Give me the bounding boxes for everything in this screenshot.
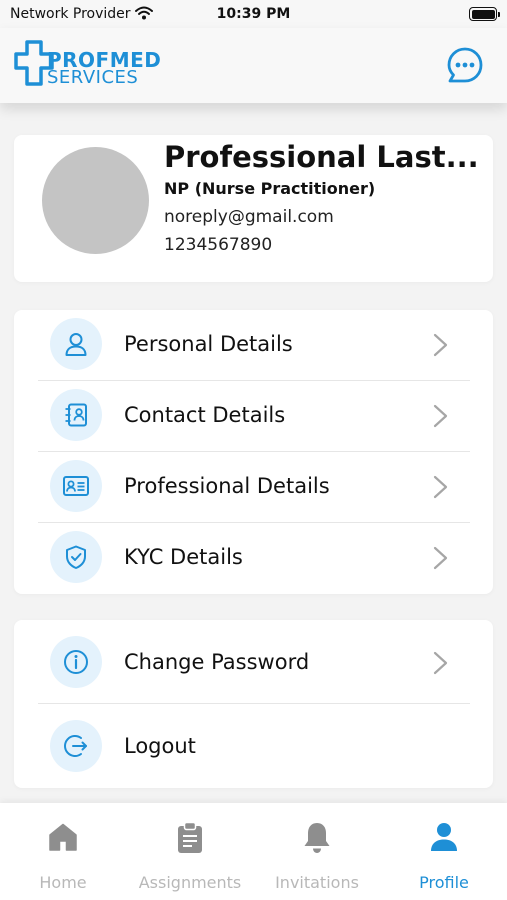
clipboard-icon	[178, 821, 202, 853]
tab-label: Invitations	[275, 873, 359, 892]
info-icon	[64, 650, 88, 674]
logout-icon	[64, 735, 87, 757]
tab-home[interactable]: Home	[0, 803, 126, 900]
tab-label: Assignments	[138, 873, 242, 892]
clock: 10:39 PM	[216, 6, 291, 22]
chevron-right-icon	[433, 404, 448, 428]
profile-phone: 1234567890	[164, 235, 273, 255]
menu-item-kyc-details[interactable]: KYC Details	[14, 523, 493, 594]
tab-assignments[interactable]: Assignments	[127, 803, 253, 900]
chevron-right-icon	[433, 546, 448, 570]
menu-item-label: Personal Details	[124, 332, 293, 356]
menu-item-personal-details[interactable]: Personal Details	[14, 310, 493, 381]
chat-bubble-icon	[447, 47, 483, 83]
menu-item-label: Professional Details	[124, 474, 330, 498]
bottom-tab-bar: Home Assignments Invitations Profile	[0, 803, 507, 900]
menu-item-label: Change Password	[124, 650, 310, 674]
menu-item-label: Contact Details	[124, 403, 286, 427]
shield-check-icon	[66, 545, 86, 569]
id-card-icon	[63, 476, 89, 496]
avatar[interactable]	[42, 147, 149, 254]
account-menu: Change Password Logout	[14, 620, 493, 788]
menu-item-contact-details[interactable]: Contact Details	[14, 381, 493, 452]
menu-item-professional-details[interactable]: Professional Details	[14, 452, 493, 523]
contact-card-icon	[65, 403, 87, 427]
status-bar: Network Provider 10:39 PM	[0, 0, 507, 28]
profile-details-menu: Personal Details Contact Details Profess…	[14, 310, 493, 594]
chevron-right-icon	[433, 651, 448, 675]
bell-icon	[304, 823, 330, 853]
divider	[38, 703, 470, 704]
home-icon	[49, 823, 77, 851]
person-icon	[431, 823, 457, 851]
logout-button[interactable]: Logout	[14, 712, 493, 783]
logo-text-bottom: SERVICES	[47, 67, 139, 88]
battery-icon	[469, 7, 500, 21]
menu-item-label: KYC Details	[124, 545, 243, 569]
tab-invitations[interactable]: Invitations	[254, 803, 380, 900]
profmed-logo[interactable]: PROFMED SERVICES	[14, 38, 174, 90]
app-header: PROFMED SERVICES	[0, 28, 507, 103]
profile-card: Professional Last... NP (Nurse Practitio…	[14, 135, 493, 282]
profile-name: Professional Last...	[164, 140, 479, 174]
tab-label: Profile	[419, 873, 469, 892]
chevron-right-icon	[433, 475, 448, 499]
menu-item-change-password[interactable]: Change Password	[14, 628, 493, 699]
profile-role: NP (Nurse Practitioner)	[164, 179, 376, 198]
tab-label: Home	[39, 873, 87, 892]
menu-item-label: Logout	[124, 734, 196, 758]
tab-profile[interactable]: Profile	[381, 803, 507, 900]
chevron-right-icon	[433, 333, 448, 357]
chat-button[interactable]	[446, 46, 484, 84]
profile-email: noreply@gmail.com	[164, 207, 334, 227]
user-icon	[65, 333, 87, 356]
